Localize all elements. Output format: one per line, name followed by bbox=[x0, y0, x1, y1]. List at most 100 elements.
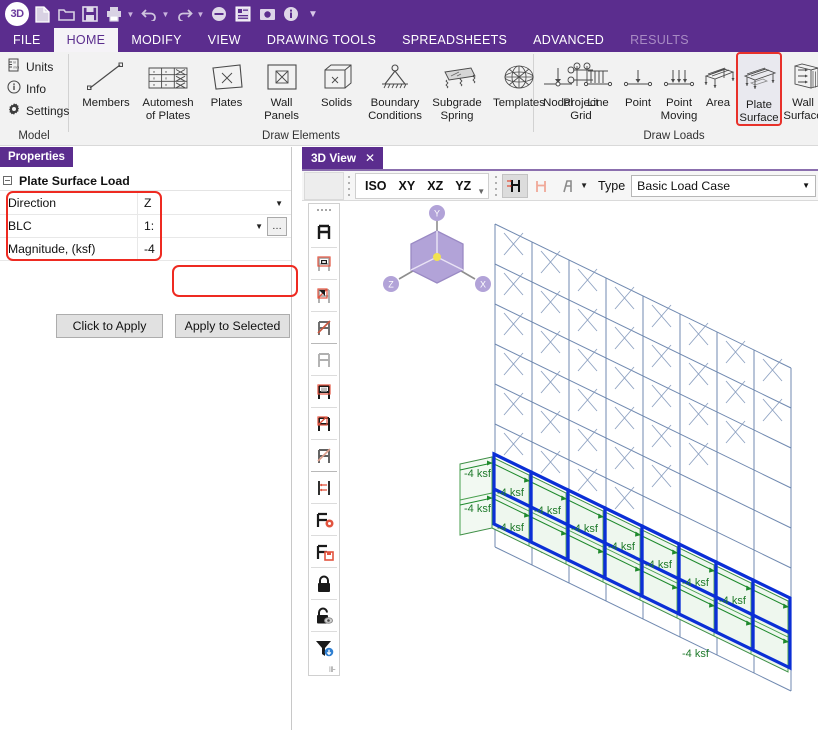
model-info-button[interactable]: Info bbox=[5, 78, 69, 100]
subgrade-spring-icon bbox=[431, 57, 483, 97]
point-load-icon bbox=[620, 57, 656, 97]
ribbon: inmm Units Info Settings Mod bbox=[0, 52, 818, 146]
draw-boundary-conditions-button[interactable]: Boundary Conditions bbox=[364, 52, 426, 122]
loads-gray-icon[interactable] bbox=[554, 174, 580, 198]
solid-cube-icon bbox=[317, 57, 357, 97]
load-type-caret-icon[interactable]: ▼ bbox=[802, 181, 810, 190]
dimension-icon[interactable] bbox=[309, 472, 339, 503]
view-toolbar: ISO XY XZ YZ ▼ ▼ Type Basic Load Case ▼ bbox=[302, 171, 818, 201]
delete-icon[interactable] bbox=[208, 2, 230, 26]
blc-value[interactable]: 1: bbox=[137, 215, 217, 238]
view-xy-button[interactable]: XY bbox=[393, 179, 422, 193]
show-node-boxes-icon[interactable] bbox=[309, 248, 339, 279]
model-units-button[interactable]: inmm Units bbox=[5, 56, 69, 78]
view-iso-button[interactable]: ISO bbox=[359, 179, 393, 193]
toolbar-drag-handle-2[interactable] bbox=[495, 176, 498, 196]
gray-hide-members-icon[interactable] bbox=[309, 440, 339, 471]
draw-wall-surface-load-button[interactable]: Wall Surface bbox=[782, 52, 818, 122]
load-label: -4 ksf bbox=[571, 523, 599, 535]
load-label: -4 ksf bbox=[719, 595, 747, 607]
draw-point-load-button[interactable]: Point bbox=[618, 52, 658, 110]
vertical-toolbar-expand-icon[interactable]: ⊪ bbox=[309, 663, 339, 675]
unlock-view-icon[interactable] bbox=[309, 600, 339, 631]
undo-dropdown-caret-icon[interactable]: ▼ bbox=[160, 2, 171, 26]
load-label: -4 ksf bbox=[682, 648, 710, 660]
gear-icon bbox=[7, 102, 21, 121]
draw-automesh-label: Automesh of Plates bbox=[137, 97, 199, 122]
save-view-icon[interactable] bbox=[309, 536, 339, 567]
model-settings-icon[interactable] bbox=[309, 504, 339, 535]
axis-gizmo[interactable]: Y Z X bbox=[383, 205, 491, 292]
report-icon[interactable] bbox=[232, 2, 254, 26]
ribbon-group-draw-loads-label: Draw Loads bbox=[534, 127, 814, 146]
draw-area-load-button[interactable]: Area bbox=[700, 52, 736, 110]
redo-dropdown-caret-icon[interactable]: ▼ bbox=[195, 2, 206, 26]
draw-members-label: Members bbox=[75, 97, 137, 110]
draw-automesh-button[interactable]: nnnnnn Automesh of Plates bbox=[137, 52, 199, 122]
plate-surface-load-section-header: Plate Surface Load bbox=[0, 171, 291, 191]
tab-results: RESULTS bbox=[617, 28, 702, 52]
draw-plate-surface-load-button[interactable]: Plate Surface bbox=[736, 52, 782, 126]
apply-to-selected-button[interactable]: Apply to Selected bbox=[175, 314, 290, 338]
lock-icon[interactable] bbox=[309, 568, 339, 599]
tab-file[interactable]: FILE bbox=[0, 28, 54, 52]
collapse-icon[interactable] bbox=[3, 176, 12, 185]
gray-plate-shading-icon[interactable] bbox=[309, 408, 339, 439]
tab-drawing-tools[interactable]: DRAWING TOOLS bbox=[254, 28, 389, 52]
tab-spreadsheets[interactable]: SPREADSHEETS bbox=[389, 28, 520, 52]
tab-home[interactable]: HOME bbox=[54, 28, 119, 52]
load-type-select[interactable]: Basic Load Case ▼ bbox=[631, 175, 816, 197]
blc-ellipsis-button[interactable]: … bbox=[267, 217, 287, 236]
tab-modify[interactable]: MODIFY bbox=[118, 28, 194, 52]
tab-advanced[interactable]: ADVANCED bbox=[520, 28, 617, 52]
properties-tab[interactable]: Properties bbox=[0, 147, 73, 167]
show-plate-shading-icon[interactable] bbox=[309, 280, 339, 311]
draw-subgrade-spring-button[interactable]: Subgrade Spring bbox=[426, 52, 488, 122]
magnitude-value[interactable]: -4 bbox=[137, 238, 217, 261]
toolbar-drag-handle-1[interactable] bbox=[348, 176, 351, 196]
close-icon[interactable]: ✕ bbox=[365, 151, 375, 165]
draw-wall-panels-button[interactable]: Wall Panels bbox=[254, 52, 309, 122]
print-dropdown-caret-icon[interactable]: ▼ bbox=[125, 2, 136, 26]
model-units-label: Units bbox=[26, 60, 53, 74]
ruler-icon: inmm bbox=[7, 58, 21, 77]
blc-dropdown-caret-icon[interactable]: ▼ bbox=[255, 222, 263, 231]
redo-icon[interactable] bbox=[173, 2, 195, 26]
loads-dropdown-caret-icon[interactable]: ▼ bbox=[580, 181, 588, 190]
view-xz-button[interactable]: XZ bbox=[421, 179, 449, 193]
draw-solids-button[interactable]: Solids bbox=[309, 52, 364, 110]
print-icon[interactable] bbox=[103, 2, 125, 26]
model-settings-button[interactable]: Settings bbox=[5, 100, 69, 122]
show-loads-icon[interactable] bbox=[502, 174, 528, 198]
direction-dropdown-caret-icon[interactable]: ▼ bbox=[275, 199, 283, 208]
filter-icon[interactable] bbox=[309, 632, 339, 663]
model-canvas[interactable]: -4 ksf -4 ksf -4 ksf -4 ksf -4 ksf -4 ks… bbox=[342, 202, 818, 730]
direction-value[interactable]: Z bbox=[137, 192, 217, 215]
click-to-apply-button[interactable]: Click to Apply bbox=[56, 314, 163, 338]
vertical-toolbar-drag-handle[interactable] bbox=[309, 204, 339, 216]
camera-icon[interactable] bbox=[256, 2, 278, 26]
gray-model-icon[interactable] bbox=[309, 344, 339, 375]
load-label: -4 ksf bbox=[464, 503, 492, 515]
new-file-icon[interactable] bbox=[31, 2, 53, 26]
undo-icon[interactable] bbox=[138, 2, 160, 26]
tab-view[interactable]: VIEW bbox=[195, 28, 254, 52]
view-orientation-overflow-icon[interactable]: ▼ bbox=[477, 187, 485, 198]
draw-nodal-load-button[interactable]: Nodal bbox=[538, 52, 578, 110]
draw-line-load-button[interactable]: Line bbox=[578, 52, 618, 110]
loads-green-icon[interactable] bbox=[528, 174, 554, 198]
view-yz-button[interactable]: YZ bbox=[449, 179, 477, 193]
gray-node-boxes-icon[interactable] bbox=[309, 376, 339, 407]
draw-members-button[interactable]: Members bbox=[75, 52, 137, 110]
save-icon[interactable] bbox=[79, 2, 101, 26]
draw-point-moving-load-button[interactable]: Point Moving bbox=[658, 52, 700, 122]
qat-overflow-icon[interactable]: ▼ bbox=[308, 9, 318, 20]
render-model-icon[interactable] bbox=[309, 216, 339, 247]
open-folder-icon[interactable] bbox=[55, 2, 77, 26]
info-icon[interactable] bbox=[280, 2, 302, 26]
draw-plates-button[interactable]: Plates bbox=[199, 52, 254, 110]
app-logo[interactable]: 3D bbox=[5, 2, 29, 26]
hide-members-icon[interactable] bbox=[309, 312, 339, 343]
document-tabstrip: 3D View ✕ bbox=[302, 147, 818, 169]
document-tab-3d-view[interactable]: 3D View ✕ bbox=[302, 147, 383, 169]
